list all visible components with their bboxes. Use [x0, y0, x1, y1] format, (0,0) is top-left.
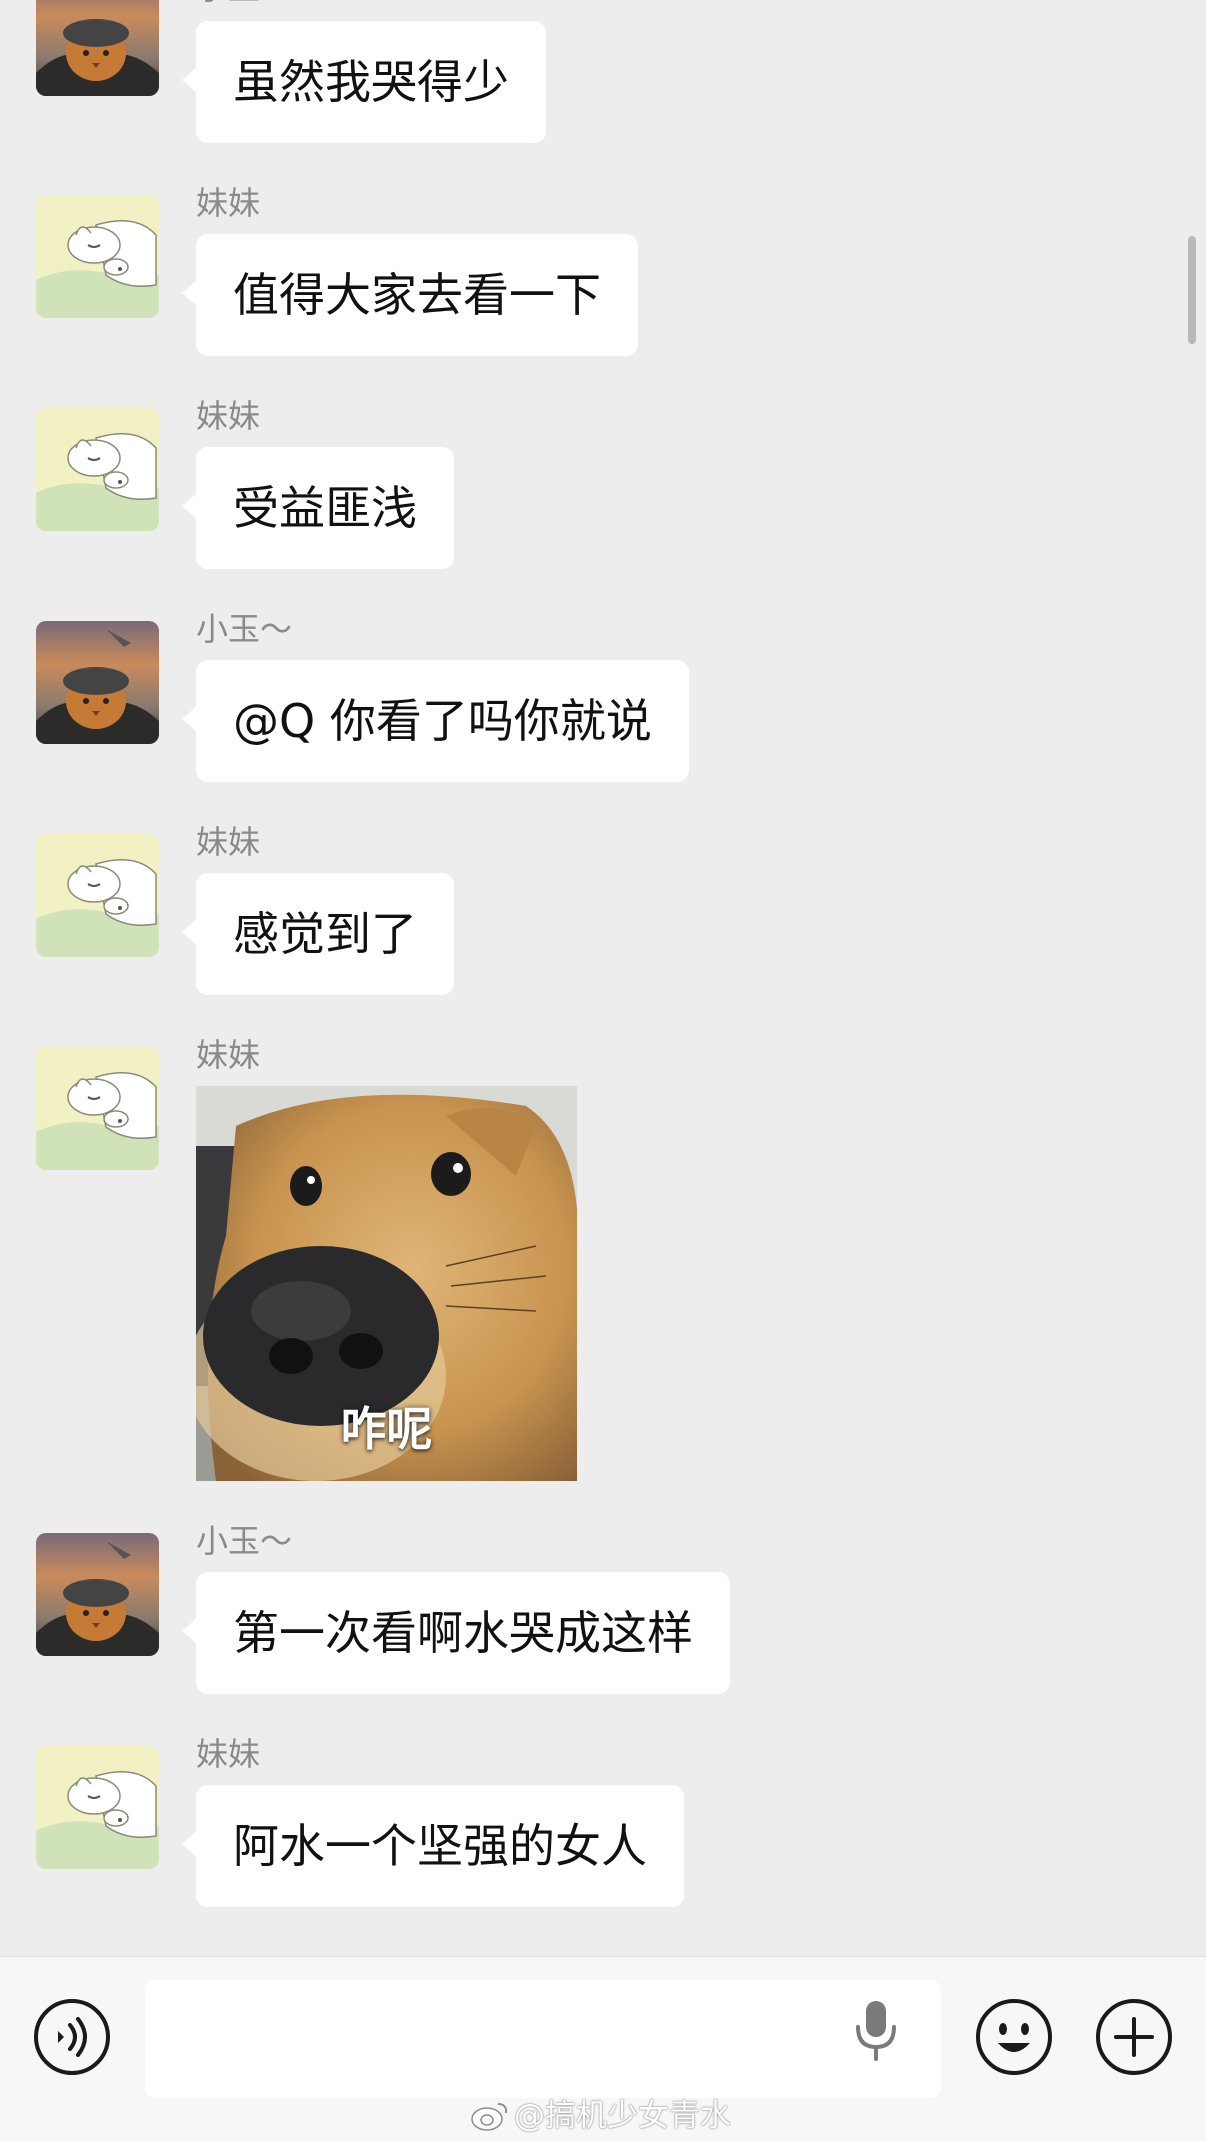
message-bubble[interactable]: 虽然我哭得少	[182, 21, 546, 143]
sender-name: 妹妹	[196, 1036, 261, 1074]
sender-name: 妹妹	[196, 184, 261, 222]
dog-sticker-image[interactable]: 咋呢	[196, 1086, 577, 1481]
voice-icon	[34, 1999, 110, 2075]
sender-name: 小玉～	[196, 1522, 293, 1560]
weibo-icon	[470, 2098, 510, 2140]
sender-name: 妹妹	[196, 1735, 261, 1773]
message-bubble[interactable]: 值得大家去看一下	[182, 234, 638, 356]
scrollbar[interactable]	[1188, 236, 1196, 344]
sender-name: 妹妹	[196, 823, 261, 861]
cat-pilot-avatar[interactable]	[36, 0, 159, 96]
plus-icon	[1096, 1999, 1172, 2075]
sleeping-dog-avatar[interactable]	[36, 408, 159, 531]
message-bubble[interactable]: @Q 你看了吗你就说	[182, 660, 689, 782]
sleeping-dog-avatar[interactable]	[36, 834, 159, 957]
message-bubble[interactable]: 受益匪浅	[182, 447, 454, 569]
emoji-icon	[976, 1999, 1052, 2075]
voice-button[interactable]	[32, 1997, 112, 2077]
sleeping-dog-avatar[interactable]	[36, 195, 159, 318]
cat-pilot-avatar[interactable]	[36, 621, 159, 744]
emoji-button[interactable]	[974, 1997, 1054, 2077]
sender-name: 小玉～	[196, 610, 293, 648]
message-bubble[interactable]: 阿水一个坚强的女人	[182, 1785, 684, 1907]
cat-pilot-avatar[interactable]	[36, 1533, 159, 1656]
plus-button[interactable]	[1094, 1997, 1174, 2077]
microphone-icon[interactable]	[852, 1997, 900, 2065]
sleeping-dog-avatar[interactable]	[36, 1047, 159, 1170]
message-bubble[interactable]: 第一次看啊水哭成这样	[182, 1572, 730, 1694]
sleeping-dog-avatar[interactable]	[36, 1746, 159, 1869]
sticker-caption: 咋呢	[340, 1402, 433, 1456]
watermark: @搞机少女青水	[470, 2090, 731, 2140]
chat-history[interactable]: 小玉～ 虽然我哭得少 妹妹 值得大家去看一下 妹妹 受益匪浅 小玉～ @Q 你看…	[0, 0, 1206, 1956]
watermark-text: @搞机少女青水	[514, 2098, 731, 2134]
message-bubble[interactable]: 感觉到了	[182, 873, 454, 995]
message-input[interactable]	[145, 1980, 941, 2098]
sender-name: 妹妹	[196, 397, 261, 435]
sender-name: 小玉～	[196, 0, 292, 8]
